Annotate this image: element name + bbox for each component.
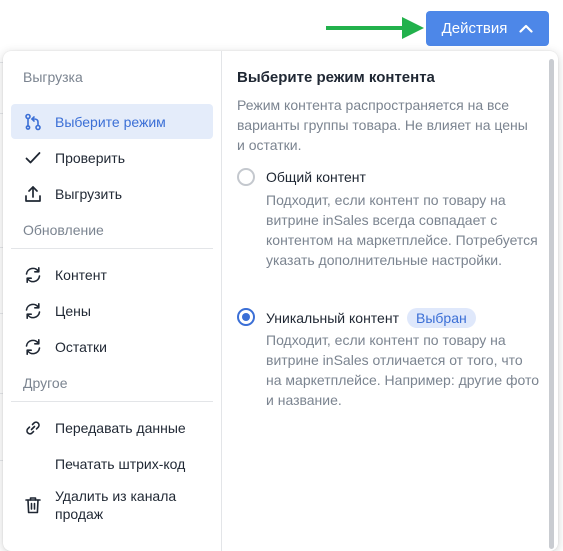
menu-item-label: Выберите режим (55, 113, 166, 130)
menu-item-label: Выгрузить (55, 185, 123, 202)
menu-item-upload[interactable]: Выгрузить (11, 176, 213, 211)
section-divider (11, 248, 213, 249)
menu-item-check[interactable]: Проверить (11, 140, 213, 175)
link-icon (23, 418, 43, 438)
menu-item-content[interactable]: Контент (11, 257, 213, 292)
selected-badge: Выбран (407, 308, 476, 328)
menu-item-label: Проверить (55, 149, 126, 166)
menu-item-label: Передавать данные (55, 419, 186, 436)
branch-icon (23, 112, 43, 132)
actions-dropdown-panel: Выгрузка Выберите режим Проверить Выгруз… (3, 51, 558, 551)
panel-divider (221, 51, 222, 551)
scrollbar[interactable] (549, 59, 554, 549)
check-icon (23, 148, 43, 168)
menu-item-prices[interactable]: Цены (11, 293, 213, 328)
option-title-text: Общий контент (266, 169, 366, 185)
menu-item-stock[interactable]: Остатки (11, 329, 213, 364)
actions-button-label: Действия (441, 20, 508, 37)
option-description: Подходит, если контент по товару на витр… (266, 192, 538, 268)
sync-icon (23, 265, 43, 285)
section-title-update: Обновление (23, 222, 104, 238)
menu-item-label: Печатать штрих-код (55, 455, 186, 472)
menu-item-print-barcode[interactable]: Печатать штрих-код (11, 446, 213, 481)
chevron-up-icon (519, 24, 533, 33)
actions-button[interactable]: Действия (426, 11, 549, 46)
content-heading: Выберите режим контента (237, 69, 435, 86)
sync-icon (23, 337, 43, 357)
trash-icon (23, 495, 43, 515)
radio-shared-content[interactable] (237, 168, 255, 186)
radio-unique-content[interactable] (237, 308, 255, 326)
menu-item-transfer-data[interactable]: Передавать данные (11, 410, 213, 445)
barcode-icon-placeholder (23, 454, 43, 474)
section-divider (11, 401, 213, 402)
option-title: Общий контент (266, 168, 366, 186)
menu-item-label: Контент (55, 266, 107, 283)
option-title: Уникальный контент Выбран (266, 308, 476, 328)
sync-icon (23, 301, 43, 321)
section-title-other: Другое (23, 375, 68, 391)
menu-item-label: Цены (55, 302, 91, 319)
upload-icon (23, 184, 43, 204)
menu-item-remove-from-channel[interactable]: Удалить из канала продаж (11, 483, 213, 527)
option-description: Подходит, если контент по товару на витр… (266, 332, 540, 408)
section-title-export: Выгрузка (23, 69, 83, 85)
menu-item-label: Остатки (55, 338, 107, 355)
option-title-text: Уникальный контент (266, 310, 399, 326)
green-arrow-annotation (326, 17, 424, 39)
menu-item-choose-mode[interactable]: Выберите режим (11, 104, 213, 139)
content-description: Режим контента распространяется на все в… (237, 97, 528, 153)
menu-item-label: Удалить из канала продаж (55, 488, 177, 522)
